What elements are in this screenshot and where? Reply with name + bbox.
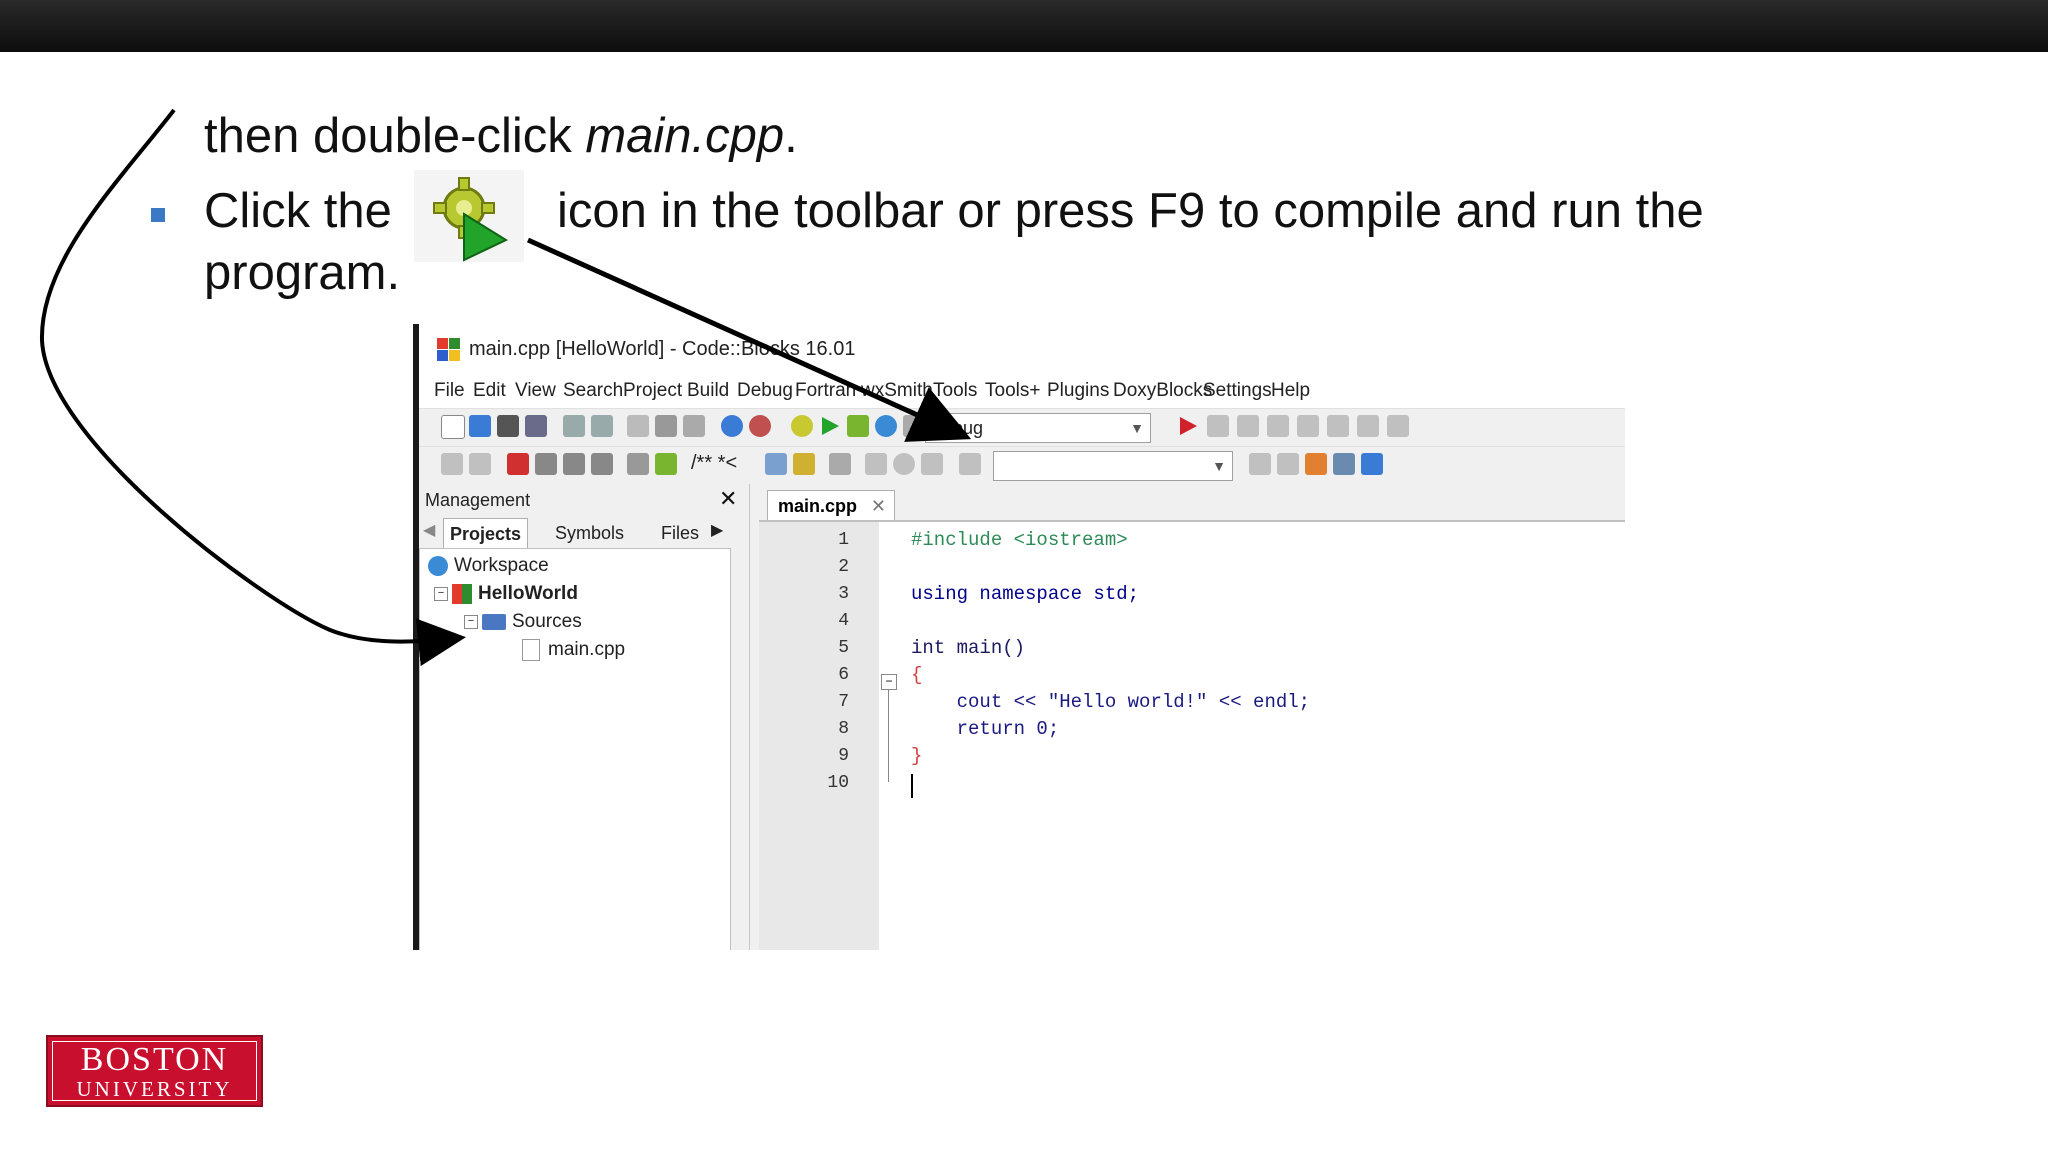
arrow-to-main-cpp <box>39 108 466 667</box>
arrow-to-toolbar-icon <box>526 237 972 442</box>
logo-line-2: UNIVERSITY <box>76 1077 233 1101</box>
boston-university-logo: BOSTON UNIVERSITY <box>46 1035 263 1107</box>
logo-line-1: BOSTON <box>80 1041 229 1078</box>
annotation-arrows <box>39 108 972 667</box>
